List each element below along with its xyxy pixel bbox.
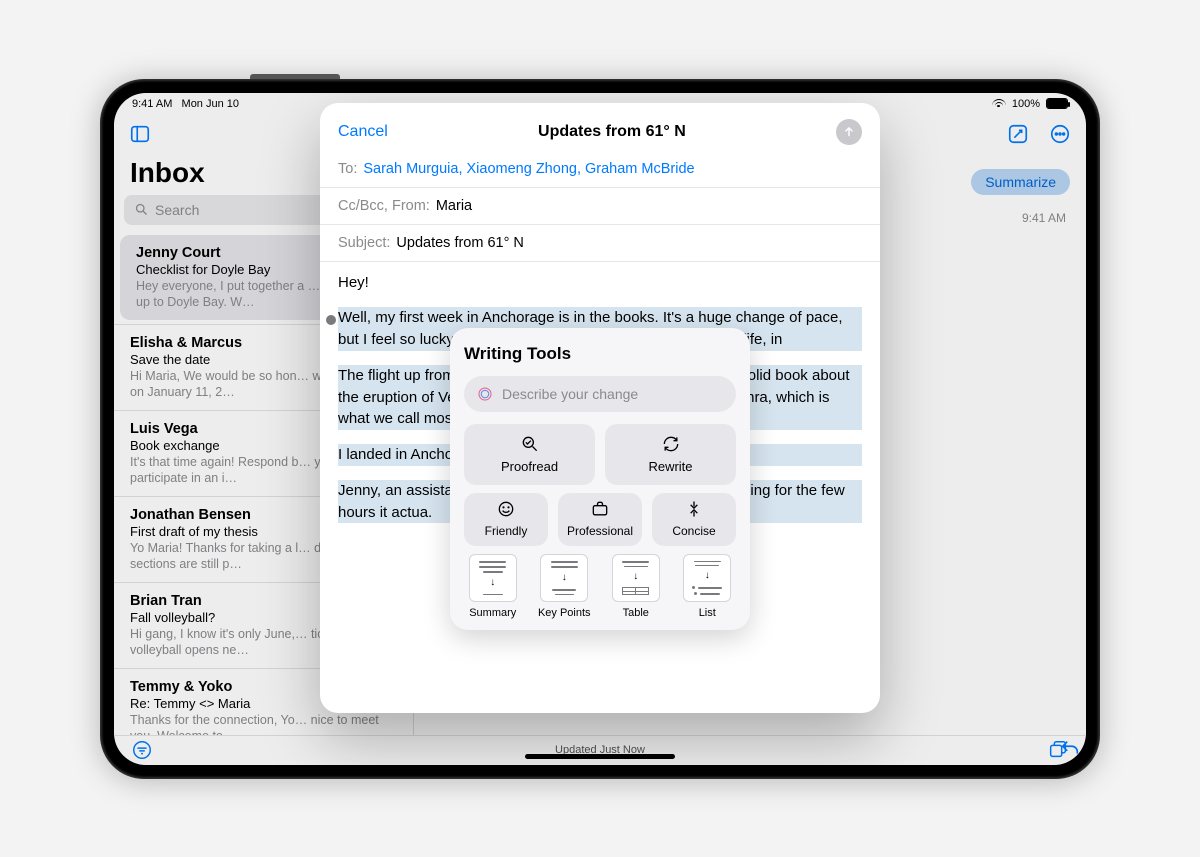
more-icon[interactable] [1048, 122, 1072, 146]
table-label: Table [623, 606, 649, 622]
subject-value: Updates from 61° N [396, 235, 524, 251]
status-left: 9:41 AM Mon Jun 10 [132, 98, 239, 110]
cancel-button[interactable]: Cancel [338, 123, 388, 141]
summary-card-icon: ↓ [469, 554, 517, 602]
send-button[interactable] [836, 119, 862, 145]
to-label: To: [338, 161, 357, 177]
ccbcc-label: Cc/Bcc, From: [338, 198, 430, 214]
wifi-icon [992, 99, 1006, 109]
list-tile[interactable]: ↓ List [679, 554, 737, 622]
search-placeholder: Search [155, 202, 199, 218]
briefcase-icon [590, 499, 610, 519]
keypoints-card-icon: ↓ [540, 554, 588, 602]
sparkle-icon [476, 385, 494, 403]
friendly-button[interactable]: Friendly [464, 493, 548, 546]
magnifier-check-icon [520, 434, 540, 454]
ipad-device-frame: 9:41 AM Mon Jun 10 100% [100, 79, 1100, 779]
compose-sheet: Cancel Updates from 61° N To: Sarah Murg… [320, 103, 880, 713]
proofread-button[interactable]: Proofread [464, 424, 595, 485]
summary-tile[interactable]: ↓ Summary [464, 554, 522, 622]
bottom-bar: Updated Just Now [114, 735, 1086, 765]
to-field[interactable]: To: Sarah Murguia, Xiaomeng Zhong, Graha… [320, 151, 880, 188]
keypoints-label: Key Points [538, 606, 591, 622]
compose-header: Cancel Updates from 61° N [320, 113, 880, 151]
screen: 9:41 AM Mon Jun 10 100% [114, 93, 1086, 765]
subject-label: Subject: [338, 235, 390, 251]
keypoints-tile[interactable]: ↓ Key Points [536, 554, 594, 622]
status-date: Mon Jun 10 [182, 98, 239, 110]
concise-label: Concise [672, 523, 715, 540]
filter-icon[interactable] [130, 738, 154, 762]
home-indicator[interactable] [525, 754, 675, 759]
rewrite-label: Rewrite [648, 458, 692, 477]
battery-icon [1046, 98, 1068, 109]
concise-button[interactable]: Concise [652, 493, 736, 546]
selection-handle-icon[interactable] [326, 315, 336, 325]
rewrite-button[interactable]: Rewrite [605, 424, 736, 485]
subject-field[interactable]: Subject: Updates from 61° N [320, 225, 880, 262]
summarize-button[interactable]: Summarize [971, 169, 1070, 195]
list-label: List [699, 606, 716, 622]
msg-preview: Thanks for the connection, Yo… nice to m… [130, 712, 397, 735]
writing-tools-input[interactable]: Describe your change [464, 376, 736, 412]
status-right: 100% [992, 98, 1068, 110]
arrow-up-icon [842, 125, 856, 139]
friendly-label: Friendly [485, 523, 528, 540]
search-icon [134, 202, 149, 217]
sidebar-toggle-icon[interactable] [128, 122, 152, 146]
writing-tools-popover: Writing Tools Describe your change Proof… [450, 328, 750, 631]
compress-icon [684, 499, 704, 519]
battery-percent: 100% [1012, 98, 1040, 110]
compose-icon[interactable] [1006, 122, 1030, 146]
message-timestamp: 9:41 AM [1022, 211, 1066, 225]
proofread-label: Proofread [501, 458, 558, 477]
ccbcc-value: Maria [436, 198, 472, 214]
ccbcc-field[interactable]: Cc/Bcc, From: Maria [320, 188, 880, 225]
writing-tools-title: Writing Tools [464, 342, 736, 367]
to-value[interactable]: Sarah Murguia, Xiaomeng Zhong, Graham Mc… [363, 161, 694, 177]
table-card-icon: ↓ [612, 554, 660, 602]
windows-icon[interactable] [1046, 738, 1070, 762]
smile-icon [496, 499, 516, 519]
status-time: 9:41 AM [132, 98, 172, 110]
professional-label: Professional [567, 523, 633, 540]
compose-body[interactable]: Hey! Well, my first week in Anchorage is… [320, 262, 880, 713]
table-tile[interactable]: ↓ Table [607, 554, 665, 622]
rewrite-icon [661, 434, 681, 454]
writing-tools-placeholder: Describe your change [502, 384, 638, 404]
list-card-icon: ↓ [683, 554, 731, 602]
body-greeting: Hey! [338, 272, 862, 294]
summary-label: Summary [469, 606, 516, 622]
professional-button[interactable]: Professional [558, 493, 642, 546]
compose-title: Updates from 61° N [538, 123, 686, 141]
